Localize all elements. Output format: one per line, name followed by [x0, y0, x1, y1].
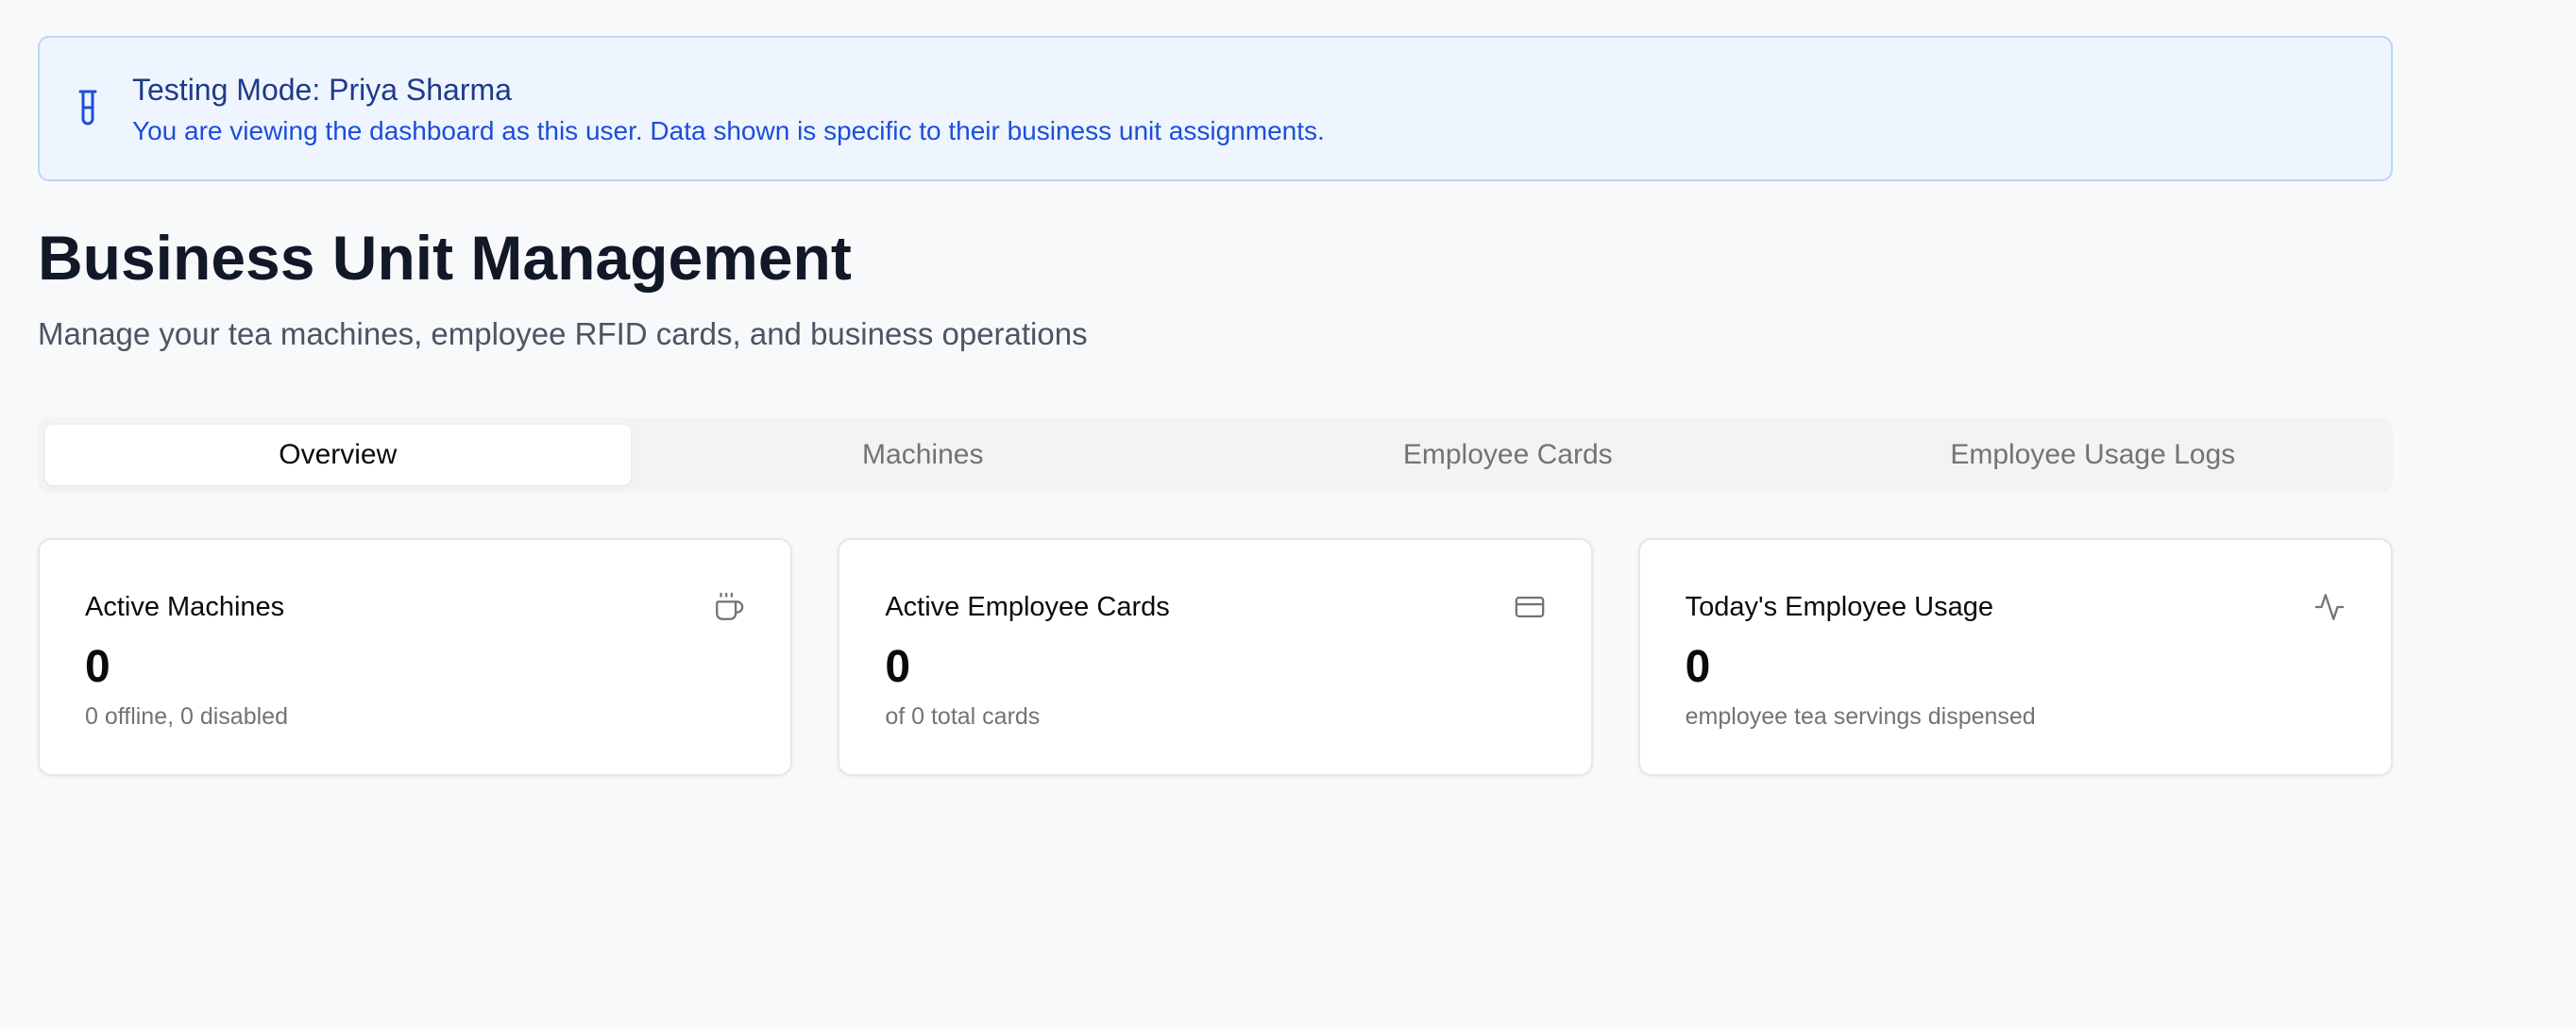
tab-employee-cards[interactable]: Employee Cards: [1215, 425, 1801, 485]
coffee-cup-icon: [716, 592, 744, 620]
stat-value: 0: [1685, 642, 1711, 692]
stat-note: 0 offline, 0 disabled: [85, 703, 288, 730]
card-title: Active Employee Cards: [885, 592, 1170, 622]
testing-mode-description: You are viewing the dashboard as this us…: [132, 116, 1325, 145]
credit-card-icon: [1515, 596, 1544, 618]
stat-value: 0: [885, 642, 911, 692]
page-subtitle: Manage your tea machines, employee RFID …: [38, 316, 1088, 351]
active-employee-cards-card: Active Employee Cards 0 of 0 total cards: [838, 538, 1593, 776]
stat-value: 0: [85, 642, 110, 692]
test-tube-icon: [78, 90, 97, 126]
tab-machines[interactable]: Machines: [631, 425, 1216, 485]
todays-employee-usage-card: Today's Employee Usage 0 employee tea se…: [1637, 538, 2393, 776]
card-title: Today's Employee Usage: [1685, 592, 1993, 622]
testing-mode-banner: Testing Mode: Priya Sharma You are viewi…: [38, 36, 2393, 181]
tab-employee-usage-logs[interactable]: Employee Usage Logs: [1801, 425, 2386, 485]
testing-mode-title: Testing Mode: Priya Sharma: [132, 73, 512, 107]
stat-note: of 0 total cards: [885, 703, 1041, 730]
page-title: Business Unit Management: [38, 223, 852, 293]
tab-overview[interactable]: Overview: [45, 425, 631, 485]
stat-note: employee tea servings dispensed: [1685, 703, 2036, 730]
stats-cards: Active Machines 0 0 offline, 0 disabled …: [38, 538, 2393, 776]
card-title: Active Machines: [85, 592, 285, 622]
tab-bar: Overview Machines Employee Cards Employe…: [38, 417, 2393, 493]
active-machines-card: Active Machines 0 0 offline, 0 disabled: [38, 538, 793, 776]
activity-icon: [2314, 594, 2345, 620]
